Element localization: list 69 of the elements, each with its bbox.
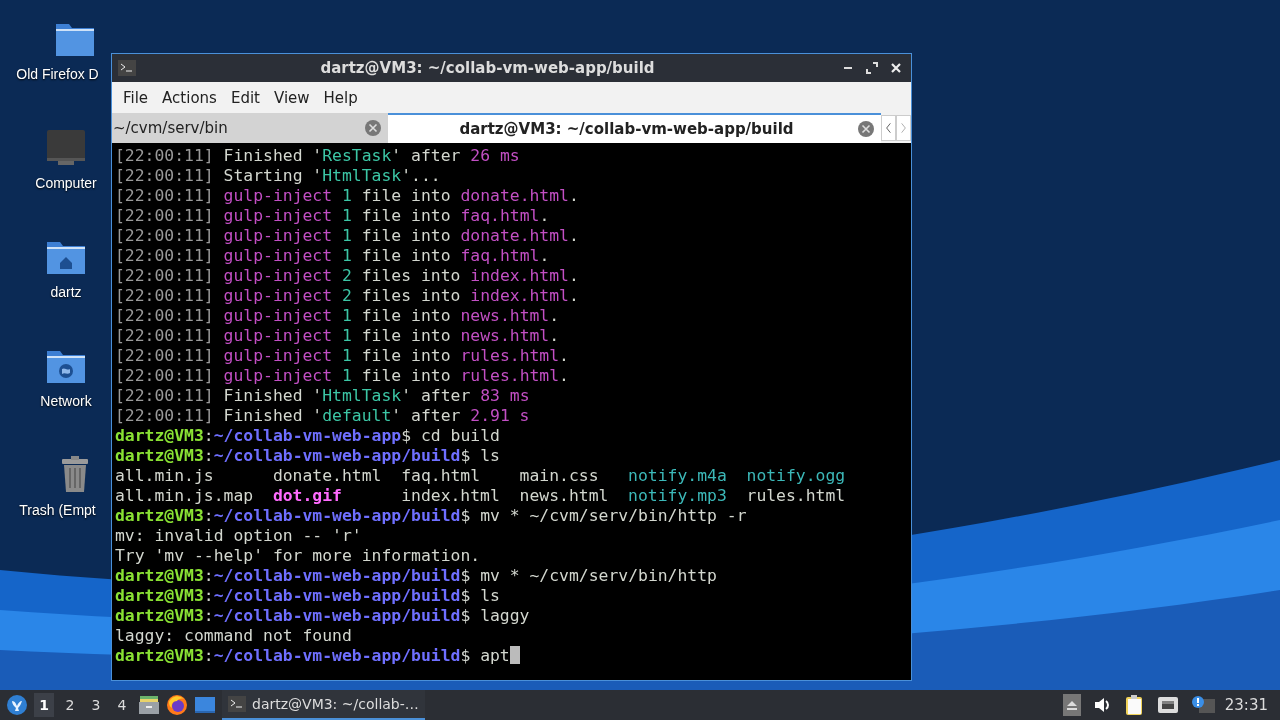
tab[interactable]: ~/cvm/serv/bin [112,113,388,143]
terminal-line: Try 'mv --help' for more information. [115,546,481,565]
terminal-line: dartz@VM3:~/collab-vm-web-app/build$ mv * ~/cvm/serv/bin/http [115,566,717,585]
file-name: main.css [519,466,599,486]
terminal-line: [22:00:11] gulp-inject 2 files into index.html. [115,266,579,285]
terminal-line: [22:00:11] gulp-inject 1 file into news.html. [115,326,560,345]
window-title: dartz@VM3: ~/collab-vm-web-app/build [319,59,656,77]
menu-item[interactable]: View [272,86,320,109]
terminal-line: [22:00:11] Finished 'default' after 2.91 s [115,406,530,425]
file-name: donate.html [272,466,382,486]
desktop-icon-label[interactable]: dartz [50,284,82,300]
file-name: dot.gif [272,486,342,506]
file-name: faq.html [401,466,481,486]
clock: 23:31 [1224,696,1268,714]
file-name: rules.html [746,486,846,506]
desktop-icon[interactable] [194,694,216,716]
terminal-line: [22:00:11] gulp-inject 1 file into donate.html. [115,186,579,205]
terminal-line: laggy: command not found [115,626,352,645]
close-tab-icon[interactable] [857,120,875,138]
menu-item[interactable]: Help [322,86,368,109]
terminal-line: dartz@VM3:~/collab-vm-web-app/build$ apt [115,646,510,665]
workspace-button[interactable]: 1 [34,693,54,717]
file-cabinet-icon[interactable] [138,694,160,716]
network-port-icon[interactable] [1156,695,1179,715]
file-name: notify.m4a [628,466,727,486]
desktop-icon-label[interactable]: Computer [35,175,97,191]
terminal-line: [22:00:11] gulp-inject 2 files into index.html. [115,286,579,305]
app-menu-icon[interactable] [6,694,28,716]
menu-item[interactable]: Edit [229,86,270,109]
desktop-icon-label[interactable]: Trash (Empt [19,502,96,518]
eject-icon[interactable] [1062,694,1081,716]
computer-icon [46,127,86,167]
terminal-line: [22:00:11] gulp-inject 1 file into rules.html. [115,346,569,365]
terminal-line: [22:00:11] Finished 'ResTask' after 26 ms [115,146,520,165]
workspace-button[interactable]: 4 [112,693,132,717]
workspace-button[interactable]: 2 [60,693,80,717]
terminal-line: [22:00:11] Finished 'HtmlTask' after 83 ms [115,386,530,405]
terminal-line: mv: invalid option -- 'r' [115,526,362,545]
tab[interactable]: dartz@VM3: ~/collab-vm-web-app/build [388,113,881,143]
file-name: notify.ogg [746,466,846,486]
terminal-line: [22:00:11] gulp-inject 1 file into faq.html. [115,246,550,265]
task-button[interactable]: dartz@VM3: ~/collab-… [222,690,425,720]
terminal-line: [22:00:11] gulp-inject 1 file into news.html. [115,306,560,325]
desktop-icon-label[interactable]: Old Firefox D [16,66,99,82]
terminal-line: [22:00:11] Starting 'HtmlTask'... [115,166,441,185]
terminal-line: [22:00:11] gulp-inject 1 file into faq.html. [115,206,550,225]
file-name: all.min.js [115,466,214,486]
terminal-icon [228,696,246,712]
terminal-line: dartz@VM3:~/collab-vm-web-app/build$ laggy [115,606,530,625]
file-name: notify.mp3 [628,486,727,506]
maximize-icon[interactable] [863,59,881,77]
desktop-icon-label[interactable]: Network [40,393,92,409]
menu-item[interactable]: File [122,86,159,109]
terminal-line: dartz@VM3:~/collab-vm-web-app/build$ ls [115,446,500,465]
file-name: news.html [519,486,609,506]
terminal-icon [118,60,136,76]
close-tab-icon[interactable] [364,119,382,137]
menu-item[interactable]: Actions [161,86,227,109]
terminal-line: [22:00:11] gulp-inject 1 file into rules.html. [115,366,569,385]
clipboard-icon[interactable] [1124,694,1145,716]
terminal-line: dartz@VM3:~/collab-vm-web-app$ cd build [115,426,500,445]
notification-icon[interactable] [1190,695,1215,715]
file-name: all.min.js.map [115,486,254,506]
terminal-line: dartz@VM3:~/collab-vm-web-app/build$ mv * ~/cvm/serv/bin/http -r [115,506,747,525]
browser-icon[interactable] [166,694,188,716]
terminal-line: dartz@VM3:~/collab-vm-web-app/build$ ls [115,586,500,605]
terminal-line: [22:00:11] gulp-inject 1 file into donate.html. [115,226,579,245]
file-name: index.html [401,486,500,506]
workspace-button[interactable]: 3 [86,693,106,717]
